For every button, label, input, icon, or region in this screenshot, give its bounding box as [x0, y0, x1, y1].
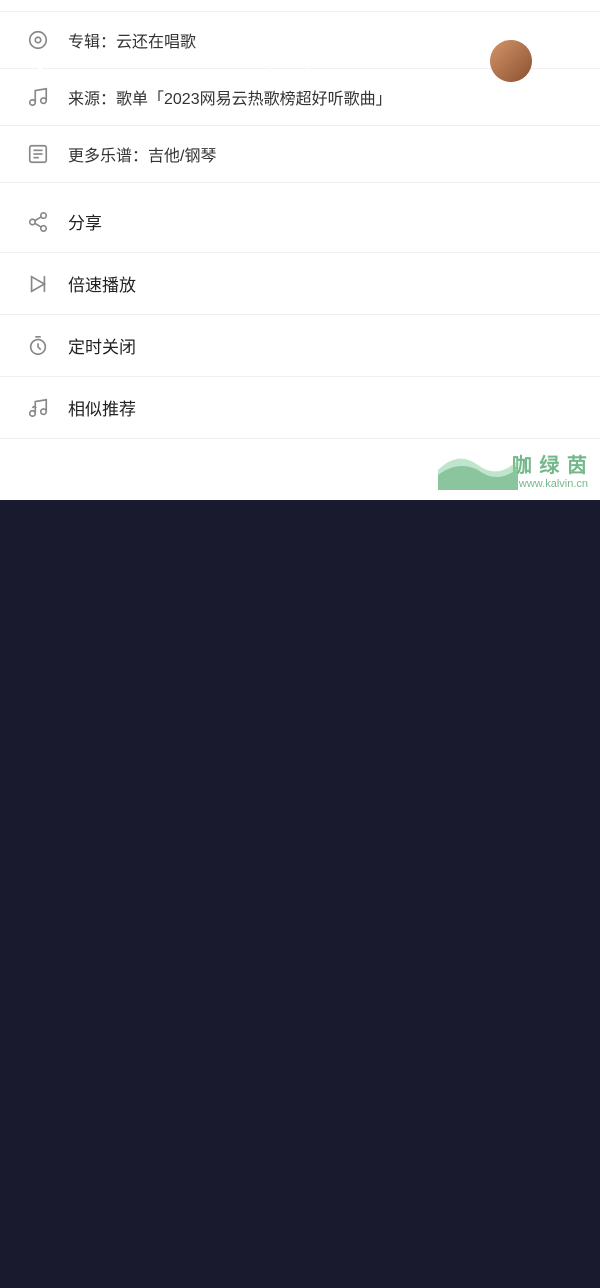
- timer-text: 定时关闭: [68, 333, 136, 358]
- watermark: 咖 绿 茵 www.kalvin.cn: [512, 449, 588, 490]
- similar-row[interactable]: 相似推荐: [0, 377, 600, 439]
- score-row[interactable]: 更多乐谱：吉他/钢琴: [0, 126, 600, 183]
- player-header: ∨ 云还在唱歌 张杰 关注: [0, 0, 600, 101]
- watermark-url-text: www.kalvin.cn: [519, 478, 588, 490]
- avatar[interactable]: [490, 40, 532, 82]
- share-row[interactable]: 分享: [0, 191, 600, 253]
- similar-text: 相似推荐: [68, 395, 136, 420]
- player-artist-name: 张杰: [226, 67, 258, 91]
- timer-row[interactable]: 定时关闭: [0, 315, 600, 377]
- score-text: 更多乐谱：吉他/钢琴: [68, 142, 576, 166]
- share-icon[interactable]: [548, 47, 570, 75]
- collapse-button[interactable]: ∨: [30, 47, 51, 75]
- watermark-brand-text: 咖 绿 茵: [512, 449, 588, 478]
- avatar-image: [490, 40, 532, 82]
- speed-row-icon: [24, 273, 52, 295]
- speed-row[interactable]: 倍速播放: [0, 253, 600, 315]
- share-row-icon: [24, 211, 52, 233]
- speed-text: 倍速播放: [68, 271, 136, 296]
- similar-row-icon: [24, 397, 52, 419]
- artist-follow-row: 张杰 关注: [226, 66, 314, 91]
- player-background: ∨ 云还在唱歌 张杰 关注 有6杠社 进平学音乐版权: [0, 0, 600, 500]
- header-center: 云还在唱歌 张杰 关注: [213, 30, 328, 91]
- score-icon: [24, 143, 52, 165]
- follow-button[interactable]: 关注: [266, 66, 314, 91]
- player-song-title: 云还在唱歌: [213, 30, 328, 62]
- watermark-decoration: [438, 440, 518, 490]
- timer-row-icon: [24, 335, 52, 357]
- share-text: 分享: [68, 209, 102, 234]
- menu-section: 分享 倍速播放: [0, 191, 600, 439]
